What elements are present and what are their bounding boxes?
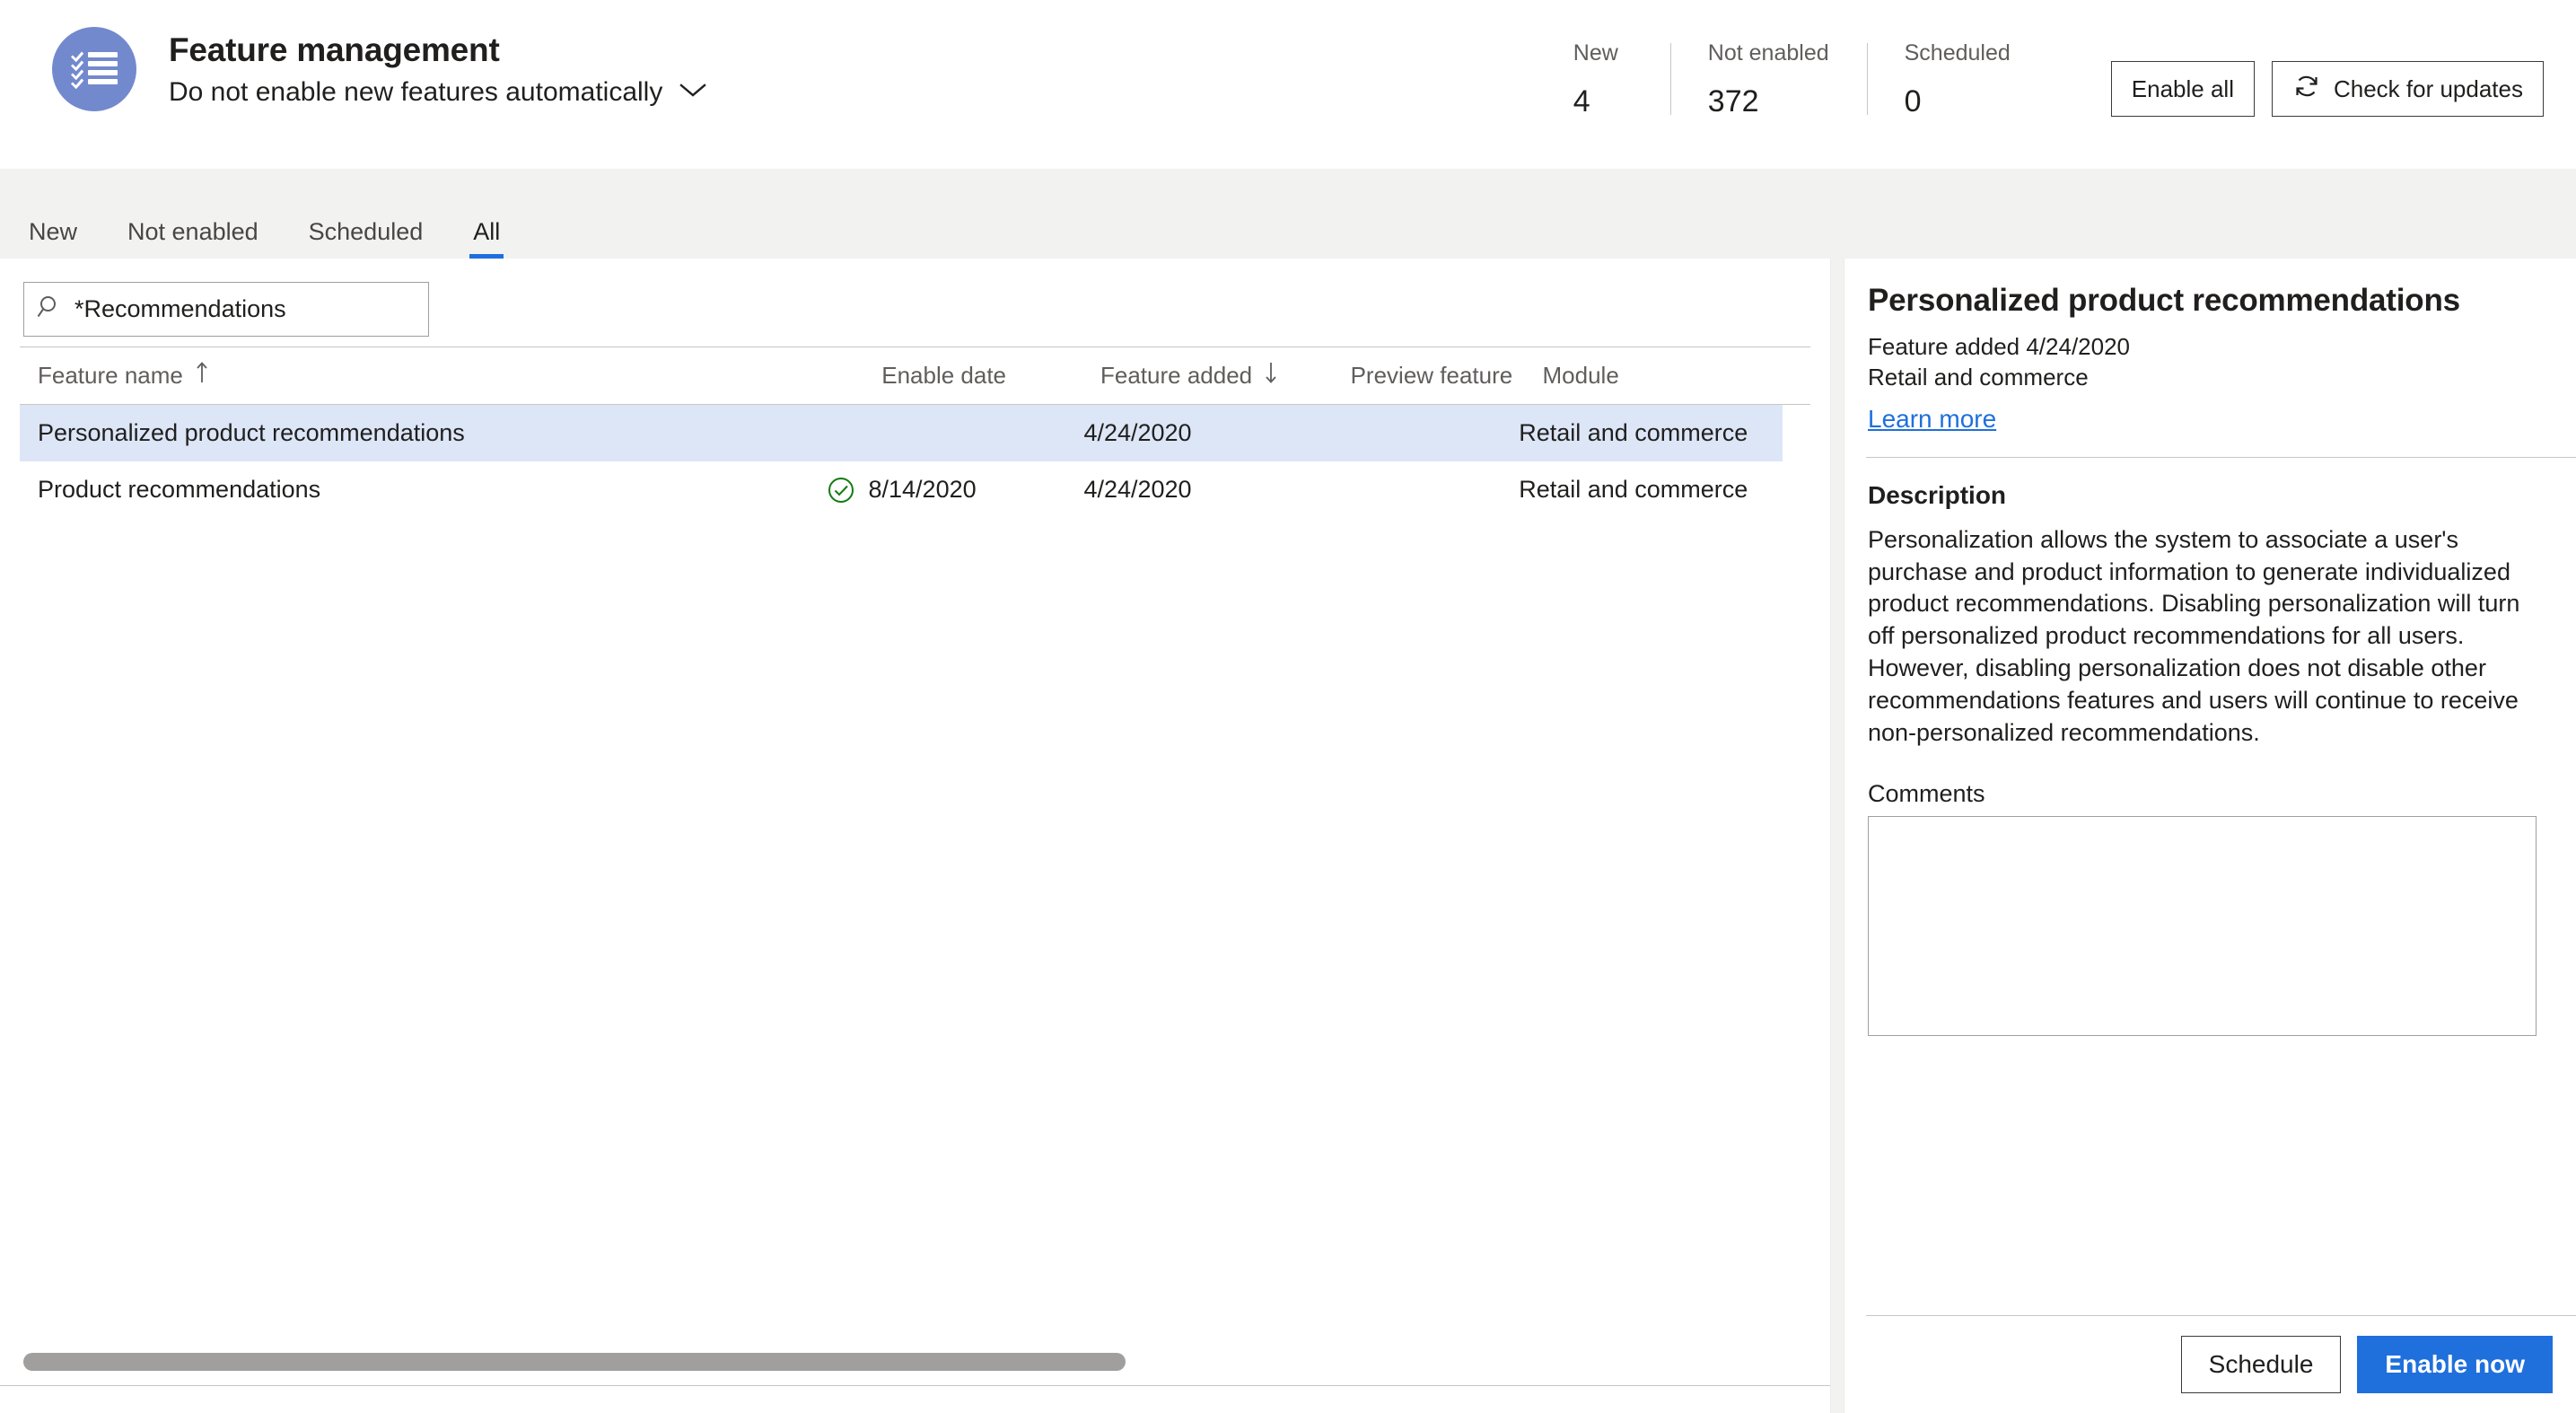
detail-added-date: Feature added 4/24/2020 — [1868, 333, 2131, 360]
tab-not-enabled-label: Not enabled — [127, 218, 258, 245]
grid-header-row: Feature name Enable date Feature added P… — [20, 347, 1810, 405]
refresh-icon — [2292, 72, 2321, 107]
column-header-feature-name-label: Feature name — [38, 362, 183, 389]
horizontal-scrollbar[interactable] — [23, 1353, 1791, 1371]
feature-grid: Feature name Enable date Feature added P… — [0, 347, 1830, 1413]
column-header-preview-feature-label: Preview feature — [1350, 362, 1513, 389]
search-input[interactable] — [74, 295, 416, 323]
stat-not-enabled-value: 372 — [1707, 83, 1759, 118]
column-header-feature-added-label: Feature added — [1100, 362, 1253, 389]
column-header-feature-added[interactable]: Feature added — [1100, 361, 1351, 391]
tab-bar: New Not enabled Scheduled All — [0, 169, 2576, 259]
auto-enable-label: Do not enable new features automatically — [169, 77, 663, 108]
cell-feature-name: Product recommendations — [38, 476, 321, 503]
feature-list-panel: Feature name Enable date Feature added — [0, 259, 1831, 1413]
column-header-feature-name[interactable]: Feature name — [38, 361, 837, 391]
cell-feature-name: Personalized product recommendations — [38, 419, 465, 446]
tab-new[interactable]: New — [13, 220, 93, 259]
stat-not-enabled: Not enabled 372 — [1669, 40, 1867, 118]
detail-body: Description Personalization allows the s… — [1844, 458, 2576, 1315]
cell-enable-date: 8/14/2020 — [868, 476, 977, 503]
check-for-updates-button[interactable]: Check for updates — [2271, 61, 2544, 117]
table-row[interactable]: Personalized product recommendations 4/2… — [20, 405, 1783, 461]
detail-header: Personalized product recommendations Fea… — [1844, 259, 2576, 457]
table-row[interactable]: Product recommendations 8/14/2020 4/24/2… — [20, 461, 1783, 518]
tab-new-label: New — [29, 218, 78, 245]
stat-scheduled: Scheduled 0 — [1866, 40, 2048, 118]
tab-all-label: All — [473, 218, 501, 245]
comments-label: Comments — [1868, 779, 1985, 807]
cell-feature-added: 4/24/2020 — [1083, 476, 1192, 503]
stat-scheduled-value: 0 — [1904, 83, 1922, 118]
chevron-down-icon — [679, 83, 707, 103]
enable-all-label: Enable all — [2131, 75, 2234, 102]
enable-now-button[interactable]: Enable now — [2357, 1336, 2553, 1393]
feature-detail-panel: Personalized product recommendations Fea… — [1844, 259, 2576, 1413]
grid-body: Personalized product recommendations 4/2… — [20, 405, 1810, 1385]
column-header-module-label: Module — [1542, 362, 1619, 389]
stat-new-label: New — [1573, 40, 1618, 66]
tab-not-enabled[interactable]: Not enabled — [111, 220, 275, 259]
check-circle-icon — [825, 476, 869, 505]
header-actions: Enable all Check for updates — [2110, 0, 2544, 117]
content-area: Feature name Enable date Feature added — [0, 259, 2576, 1413]
stat-scheduled-label: Scheduled — [1904, 40, 2011, 66]
check-for-updates-label: Check for updates — [2333, 75, 2523, 102]
stat-new-value: 4 — [1573, 83, 1590, 118]
checklist-icon — [52, 27, 136, 111]
sort-ascending-icon — [194, 361, 210, 391]
horizontal-scrollbar-thumb[interactable] — [23, 1353, 1126, 1371]
header-identity: Feature management Do not enable new fea… — [52, 0, 707, 111]
stat-not-enabled-label: Not enabled — [1707, 40, 1829, 66]
search-icon — [37, 294, 64, 325]
auto-enable-dropdown[interactable]: Do not enable new features automatically — [169, 77, 707, 108]
tab-all[interactable]: All — [457, 220, 516, 259]
cell-module: Retail and commerce — [1519, 419, 1748, 446]
header-stats: New 4 Not enabled 372 Scheduled 0 — [1536, 0, 2048, 118]
column-header-enable-date-label: Enable date — [881, 362, 1007, 389]
tab-scheduled[interactable]: Scheduled — [293, 220, 440, 259]
header-title-block: Feature management Do not enable new fea… — [169, 31, 707, 109]
description-label: Description — [1868, 480, 2007, 509]
schedule-button-label: Schedule — [2208, 1350, 2314, 1378]
stat-new: New 4 — [1536, 40, 1670, 118]
sort-descending-icon — [1263, 361, 1279, 391]
detail-footer: Schedule Enable now — [1866, 1315, 2576, 1413]
enable-now-button-label: Enable now — [2385, 1350, 2525, 1378]
search-box[interactable] — [23, 282, 429, 337]
page-title: Feature management — [169, 31, 500, 68]
schedule-button[interactable]: Schedule — [2180, 1336, 2342, 1393]
description-text: Personalization allows the system to ass… — [1868, 525, 2520, 747]
column-header-module[interactable]: Module — [1543, 362, 1810, 390]
app-header: Feature management Do not enable new fea… — [0, 0, 2576, 169]
detail-title: Personalized product recommendations — [1868, 283, 2460, 318]
grid-bottom-spacer — [20, 1386, 1810, 1413]
tab-scheduled-label: Scheduled — [308, 218, 424, 245]
learn-more-link[interactable]: Learn more — [1868, 405, 1996, 434]
cell-feature-added: 4/24/2020 — [1083, 419, 1192, 446]
column-header-enable-date[interactable]: Enable date — [881, 362, 1100, 390]
column-header-preview-feature[interactable]: Preview feature — [1351, 362, 1543, 390]
cell-module: Retail and commerce — [1519, 476, 1748, 503]
enable-all-button[interactable]: Enable all — [2110, 61, 2255, 117]
detail-module: Retail and commerce — [1868, 364, 2089, 391]
comments-input[interactable] — [1868, 815, 2537, 1036]
